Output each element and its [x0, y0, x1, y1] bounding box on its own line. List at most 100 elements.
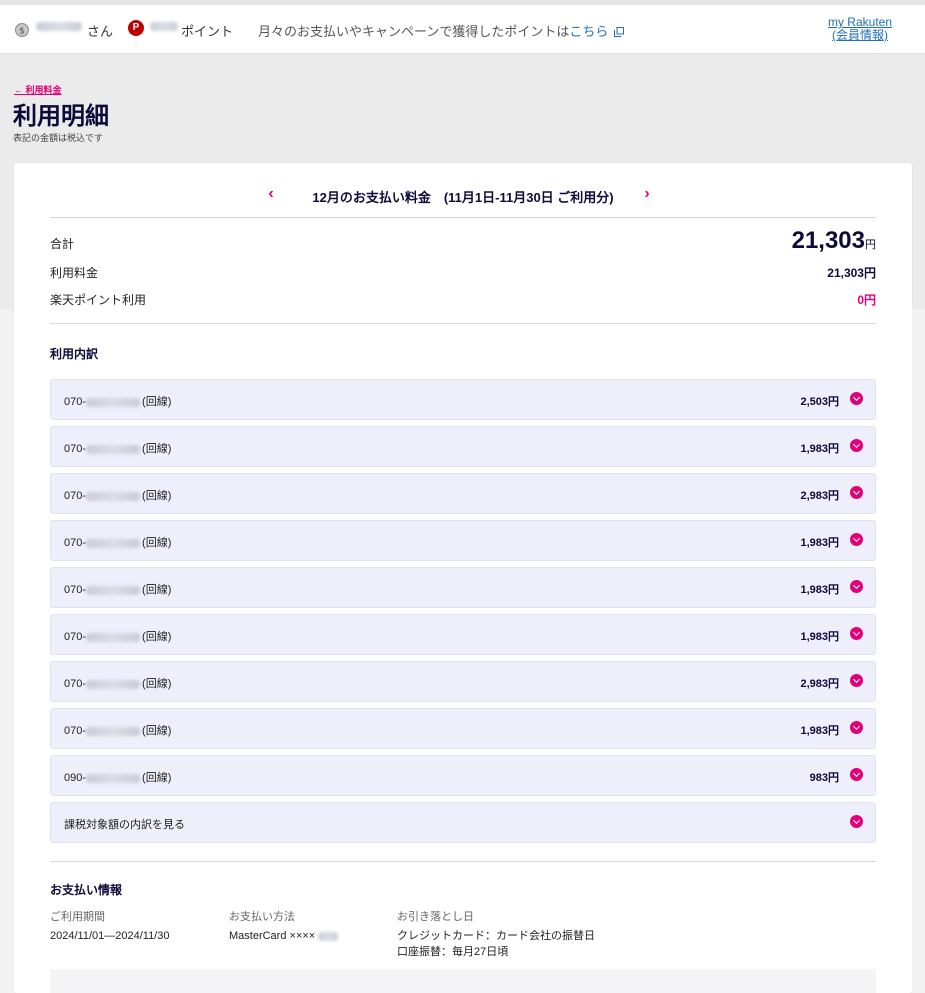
point-notice: 月々のお支払いやキャンペーンで獲得したポイントはこちら — [258, 21, 625, 40]
line-amount: 2,983円 — [800, 490, 839, 502]
divider — [50, 323, 876, 324]
point-value-masked — [150, 22, 178, 31]
line-amount: 1,983円 — [800, 537, 839, 549]
user-name-masked — [36, 22, 82, 31]
line-item[interactable]: 070- (回線) 1,983円 — [50, 520, 876, 561]
phone-number-masked — [86, 397, 141, 407]
line-suffix: (回線) — [142, 772, 172, 784]
usage-period-header: ご利用期間 — [50, 911, 105, 923]
line-suffix: (回線) — [142, 725, 172, 737]
chevron-down-icon[interactable] — [850, 815, 863, 828]
line-item[interactable]: 070- (回線) 1,983円 — [50, 708, 876, 749]
line-prefix: 070- — [64, 537, 87, 549]
tax-breakdown-toggle[interactable]: 課税対象額の内訳を見る — [50, 802, 876, 843]
card-last-digits-masked — [318, 931, 339, 941]
line-prefix: 070- — [64, 396, 87, 408]
my-rakuten-link[interactable]: my Rakuten (会員情報) — [828, 16, 892, 42]
line-item[interactable]: 070- (回線) 1,983円 — [50, 426, 876, 467]
point-label: ポイント — [181, 24, 234, 39]
line-label: 070- (回線) — [64, 534, 171, 550]
line-item[interactable]: 070- (回線) 2,503円 — [50, 379, 876, 420]
point-icon: P — [128, 20, 144, 36]
point-notice-text: 月々のお支払いやキャンペーンで獲得したポイントは — [258, 24, 570, 39]
billing-period-nav: ‹ 12月のお支払い料金 (11月1日-11月30日 ご利用分) › — [50, 177, 876, 218]
tax-breakdown-label: 課税対象額の内訳を見る — [64, 819, 185, 831]
chevron-down-icon[interactable] — [850, 392, 863, 405]
phone-number-masked — [86, 444, 141, 454]
debit-date-credit: クレジットカード：カード会社の振替日 — [397, 930, 595, 942]
line-amount: 1,983円 — [800, 584, 839, 596]
line-item[interactable]: 090- (回線) 983円 — [50, 755, 876, 796]
line-amount: 983円 — [809, 772, 839, 784]
line-amount: 1,983円 — [800, 631, 839, 643]
external-link-icon[interactable] — [614, 27, 625, 37]
debit-date-header: お引き落とし日 — [397, 911, 474, 923]
usage-period-value: 2024/11/01—2024/11/30 — [50, 930, 170, 942]
phone-number-masked — [86, 632, 141, 642]
points-usage-row: 楽天ポイント利用 0円 — [50, 291, 876, 308]
debit-date-bank: 口座振替：毎月27日頃 — [397, 946, 509, 958]
debit-date-column: お引き落とし日 クレジットカード：カード会社の振替日 口座振替：毎月27日頃 — [397, 909, 595, 960]
line-label: 070- (回線) — [64, 487, 171, 503]
chevron-down-icon[interactable] — [850, 439, 863, 452]
line-suffix: (回線) — [142, 537, 172, 549]
line-item[interactable]: 070- (回線) 2,983円 — [50, 473, 876, 514]
tax-note: 表記の金額は税込です — [13, 133, 104, 143]
usage-period-column: ご利用期間 2024/11/01—2024/11/30 — [50, 909, 169, 944]
line-prefix: 070- — [64, 443, 87, 455]
back-to-usage-fee-link[interactable]: ← 利用料金 — [14, 83, 62, 96]
payment-method-header: お支払い方法 — [229, 911, 295, 923]
line-suffix: (回線) — [142, 443, 172, 455]
line-label: 070- (回線) — [64, 581, 171, 597]
next-month-chevron-icon[interactable]: › — [640, 186, 654, 202]
total-amount-value: 21,303 — [791, 227, 865, 254]
points-usage-amount: 0円 — [857, 293, 876, 307]
card-brand-masked-number: MasterCard ×××× — [229, 930, 316, 942]
chevron-down-icon[interactable] — [850, 533, 863, 546]
divider — [50, 861, 876, 862]
line-item[interactable]: 070- (回線) 1,983円 — [50, 614, 876, 655]
chevron-down-icon[interactable] — [850, 674, 863, 687]
payment-info-title: お支払い情報 — [50, 883, 123, 897]
member-header: $ さん P ポイント 月々のお支払いやキャンペーンで獲得したポイントはこちら … — [0, 5, 925, 54]
phone-number-masked — [86, 773, 141, 783]
line-suffix: (回線) — [142, 490, 172, 502]
chevron-down-icon[interactable] — [850, 627, 863, 640]
my-rakuten-line2: (会員情報) — [831, 28, 888, 42]
line-prefix: 070- — [64, 725, 87, 737]
line-label: 070- (回線) — [64, 440, 171, 456]
breakdown-title: 利用内訳 — [50, 347, 99, 361]
line-suffix: (回線) — [142, 584, 172, 596]
next-section-edge — [50, 969, 876, 993]
total-row: 合計 21,303円 — [50, 227, 876, 254]
line-suffix: (回線) — [142, 678, 172, 690]
usage-fee-amount: 21,303円 — [827, 266, 876, 280]
line-item[interactable]: 070- (回線) 2,983円 — [50, 661, 876, 702]
statement-card: ‹ 12月のお支払い料金 (11月1日-11月30日 ご利用分) › 合計 21… — [14, 163, 912, 993]
usage-fee-label: 利用料金 — [50, 266, 99, 280]
line-prefix: 070- — [64, 631, 87, 643]
phone-number-masked — [86, 538, 141, 548]
chevron-down-icon[interactable] — [850, 721, 863, 734]
total-amount: 21,303円 — [792, 227, 876, 255]
svg-text:$: $ — [19, 27, 25, 37]
line-suffix: (回線) — [142, 631, 172, 643]
chevron-down-icon[interactable] — [850, 486, 863, 499]
page-title: 利用明細 — [13, 103, 109, 130]
line-label: 070- (回線) — [64, 628, 171, 644]
line-item[interactable]: 070- (回線) 1,983円 — [50, 567, 876, 608]
chevron-down-icon[interactable] — [850, 580, 863, 593]
line-amount: 2,503円 — [800, 396, 839, 408]
line-suffix: (回線) — [142, 396, 172, 408]
point-notice-link[interactable]: こちら — [569, 24, 608, 39]
chevron-down-icon[interactable] — [850, 768, 863, 781]
line-prefix: 070- — [64, 678, 87, 690]
line-amount: 2,983円 — [800, 678, 839, 690]
line-amount: 1,983円 — [800, 443, 839, 455]
phone-number-masked — [86, 491, 141, 501]
payment-method-column: お支払い方法 MasterCard ×××× — [229, 909, 339, 944]
points-usage-label: 楽天ポイント利用 — [50, 293, 147, 307]
payment-method-value: MasterCard ×××× — [229, 928, 339, 944]
phone-number-masked — [86, 585, 141, 595]
user-suffix: さん — [87, 24, 114, 39]
